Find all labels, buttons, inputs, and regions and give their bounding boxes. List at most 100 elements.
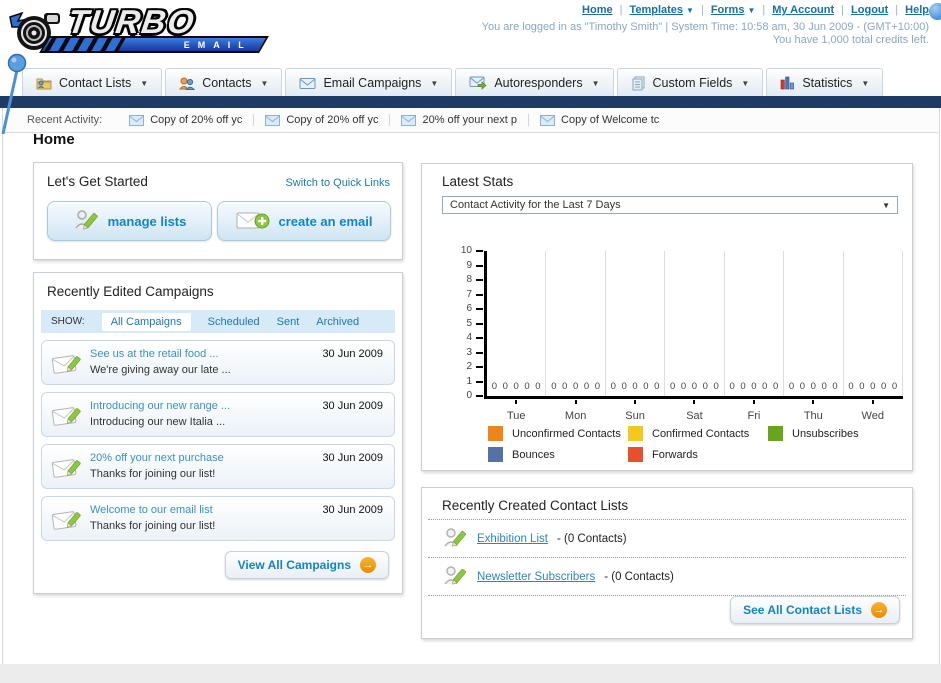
contact-list-link[interactable]: Newsletter Subscribers [477,571,595,583]
recent-activity-item[interactable]: Copy of Welcome tc [528,114,670,126]
value-label: 0 [670,381,676,392]
recent-activity-bar: Recent Activity: Copy of 20% off yc Copy… [3,108,938,133]
recent-activity-item-label: Copy of 20% off yc [286,114,379,126]
page-title: Home [33,131,75,148]
value-label: 0 [810,381,816,392]
tab-custom-fields[interactable]: Custom Fields ▼ [616,68,764,97]
value-label: 0 [762,381,768,392]
divider: | [762,4,766,16]
recent-activity-item-label: 20% off your next p [422,114,518,126]
contacts-icon [179,77,196,90]
divider: | [619,4,623,16]
header-link-forms[interactable]: Forms [711,4,745,16]
contact-lists-icon [36,78,52,89]
header-link-my-account[interactable]: My Account [772,4,834,16]
campaign-title-link[interactable]: Welcome to our email list [90,504,213,516]
campaign-list: See us at the retail food ... We're givi… [41,340,395,548]
legend-label: Confirmed Contacts [652,427,750,440]
switch-quick-links-link[interactable]: Switch to Quick Links [285,177,390,189]
view-all-campaigns-button[interactable]: View All Campaigns → [224,551,389,579]
campaign-edit-icon [51,511,81,530]
legend-item: Confirmed Contacts [628,425,768,442]
campaign-row[interactable]: Welcome to our email list Thanks for joi… [41,496,395,541]
legend-swatch [768,426,783,441]
dropdown-arrow-icon: ▼ [861,78,870,88]
filter-scheduled[interactable]: Scheduled [208,316,260,328]
recent-activity-item[interactable]: Copy of 20% off yc [118,114,253,126]
campaign-title-link[interactable]: Introducing our new range ... [90,400,230,412]
manage-lists-label: manage lists [107,213,187,229]
divider: | [841,4,845,16]
chart-legend: Unconfirmed Contacts Confirmed Contacts Un… [488,425,912,467]
value-label: 0 [632,381,638,392]
logo-text: TURBO EMAIL [39,3,269,53]
value-label: 0 [848,381,854,392]
header-link-help[interactable]: Help [905,4,929,16]
legend-item: Unsubscribes [768,425,908,442]
value-label: 0 [751,381,757,392]
campaign-title-link[interactable]: See us at the retail food ... [90,348,218,360]
show-label: SHOW: [51,316,85,327]
y-tick-label: 3 [466,346,482,358]
value-label: 0 [583,381,590,392]
dropdown-arrow-icon: ▼ [747,5,756,15]
contact-list-item[interactable]: Exhibition List - (0 Contacts) [428,519,906,557]
value-label: 0 [691,381,698,392]
contact-list-count: - (0 Contacts) [556,532,627,545]
campaign-title-link[interactable]: 20% off your next purchase [90,452,224,464]
y-tick-label: 9 [466,259,482,271]
value-label: 0 [621,381,627,392]
campaign-row[interactable]: 20% off your next purchase Thanks for jo… [41,444,395,489]
tab-label: Custom Fields [652,76,733,90]
create-email-button[interactable]: create an email [217,201,391,241]
campaign-row[interactable]: See us at the retail food ... We're givi… [41,340,395,385]
legend-swatch [488,447,503,462]
stats-period-select[interactable]: Contact Activity for the Last 7 Days ▼ [442,196,898,214]
recent-activity-item-label: Copy of Welcome tc [561,114,660,126]
value-label: 0 [610,381,616,392]
value-label: 0 [513,381,519,392]
tab-contact-lists[interactable]: Contact Lists ▼ [22,68,163,97]
chart-day-group: 0 0 0 0 0 Wed [844,251,903,422]
get-started-title: Let's Get Started [47,174,148,189]
campaign-row[interactable]: Introducing our new range ... Introducin… [41,392,395,437]
legend-item: Forwards [628,446,768,463]
tab-contacts[interactable]: Contacts ▼ [165,68,283,97]
y-tick-label: 10 [460,245,484,256]
campaign-subtitle: Thanks for joining our list! [90,468,216,480]
app-logo: TURBO EMAIL [8,3,273,59]
recent-activity-item[interactable]: Copy of 20% off yc [253,114,389,126]
recent-activity-item[interactable]: 20% off your next p [389,114,528,126]
main-nav: Contact Lists ▼ Contacts ▼ Email Campaig… [22,68,884,97]
contact-list-item[interactable]: Newsletter Subscribers - (0 Contacts) [428,557,906,596]
contact-list-items: Exhibition List - (0 Contacts) Newslette… [428,519,906,596]
filter-sent[interactable]: Sent [277,316,300,328]
tab-statistics[interactable]: Statistics ▼ [766,68,884,97]
filter-all-campaigns[interactable]: All Campaigns [101,312,191,331]
tab-label: Contact Lists [59,76,132,90]
tab-autoresponders[interactable]: Autoresponders ▼ [455,68,614,97]
dropdown-arrow-icon: ▼ [591,78,600,88]
x-axis-label: Wed [861,410,884,422]
header-link-logout[interactable]: Logout [851,4,888,16]
header-link-home[interactable]: Home [582,4,613,16]
value-label: 0 [799,381,806,392]
dropdown-arrow-icon: ▼ [260,78,269,88]
x-axis-label: Tue [506,410,526,422]
manage-lists-button[interactable]: manage lists [47,201,212,241]
tab-email-campaigns[interactable]: Email Campaigns ▼ [285,68,453,97]
filter-archived[interactable]: Archived [316,316,359,328]
x-tick-mark [812,400,815,404]
stats-period-value: Contact Activity for the Last 7 Days [450,199,621,211]
contact-list-link[interactable]: Exhibition List [477,533,548,545]
divider: | [700,4,704,16]
see-all-contact-lists-button[interactable]: See All Contact Lists → [730,596,900,624]
campaigns-panel: Recently Edited Campaigns SHOW: All Camp… [33,272,403,594]
value-label: 0 [713,381,719,392]
value-label: 0 [859,381,865,392]
arrow-right-icon: → [360,557,376,573]
divider: | [895,4,899,16]
header-link-templates[interactable]: Templates [629,4,683,16]
value-labels-row: 00000 [667,381,721,392]
value-label: 0 [502,381,508,392]
